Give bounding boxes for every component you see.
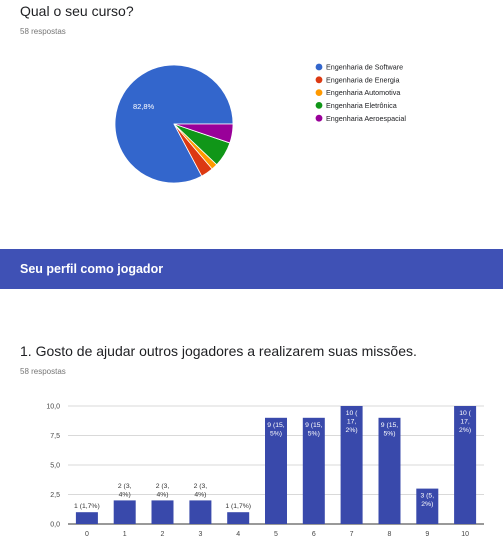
- bar-data-label: 1 (1,7%): [225, 503, 251, 510]
- legend-marker: [315, 89, 323, 96]
- bar-data-label: 4%): [194, 491, 206, 498]
- y-tick-label: 7,5: [50, 433, 60, 440]
- bar-data-label: 2 (3,: [194, 483, 208, 490]
- pie-chart: 82,8% Engenharia de Software Engenharia d…: [114, 63, 406, 184]
- bar: [151, 500, 174, 524]
- response-count: 58 respostas: [20, 367, 66, 376]
- legend-marker: [315, 114, 323, 122]
- response-count: 58 respostas: [20, 27, 66, 36]
- bar-data-label: 5%): [270, 430, 282, 437]
- legend-label: Engenharia de Energia: [326, 75, 400, 84]
- y-tick-label: 0,0: [50, 522, 60, 529]
- bar-data-label: 9 (15,: [305, 422, 322, 429]
- legend-marker: [315, 102, 323, 109]
- bar: [75, 512, 98, 524]
- bar-chart: 1 (1,7%)2 (3,4%)2 (3,4%)2 (3,4%)1 (1,7%)…: [46, 404, 484, 538]
- x-tick-label: 1: [123, 531, 127, 538]
- question-title: Qual o seu curso?: [20, 3, 134, 19]
- y-tick-label: 2,5: [50, 492, 60, 499]
- bar-data-label: 9 (15,: [381, 422, 398, 429]
- bar-data-label: 10 (: [459, 410, 471, 417]
- bar: [113, 500, 136, 524]
- y-tick-label: 5,0: [50, 463, 60, 470]
- question-card-help-players: 1. Gosto de ajudar outros jogadores a re…: [0, 289, 503, 542]
- bar-data-label: 17,: [460, 419, 470, 426]
- x-tick-label: 3: [198, 531, 202, 538]
- bar-data-label: 4%): [156, 491, 168, 498]
- bar-data-label: 2%): [421, 501, 433, 508]
- bar-data-label: 9 (15,: [267, 422, 284, 429]
- bar-data-label: 10 (: [346, 410, 358, 417]
- bar-data-label: 2%): [459, 427, 471, 434]
- pie-data-label: 82,8%: [133, 102, 155, 111]
- y-tick-label: 10,0: [46, 404, 60, 411]
- bar-data-label: 4%): [119, 491, 131, 498]
- x-tick-label: 9: [425, 531, 429, 538]
- legend-label: Engenharia de Software: [326, 63, 403, 72]
- question-title: 1. Gosto de ajudar outros jogadores a re…: [20, 343, 417, 359]
- bar-data-label: 1 (1,7%): [74, 503, 100, 510]
- x-tick-label: 7: [350, 531, 354, 538]
- x-tick-label: 4: [236, 531, 240, 538]
- x-tick-label: 0: [85, 531, 89, 538]
- legend-label: Engenharia Automotiva: [326, 88, 400, 97]
- legend-label: Engenharia Aeroespacial: [326, 114, 406, 123]
- legend-marker: [315, 76, 323, 84]
- bar: [189, 500, 212, 524]
- section-header: Seu perfil como jogador: [0, 249, 503, 289]
- bar: [227, 512, 250, 524]
- legend-marker: [315, 63, 323, 71]
- bar-data-label: 2%): [346, 427, 358, 434]
- bar-data-label: 5%): [308, 430, 320, 437]
- x-tick-label: 10: [461, 531, 469, 538]
- bar-data-label: 2 (3,: [156, 483, 170, 490]
- x-tick-label: 6: [312, 531, 316, 538]
- bar-data-label: 17,: [347, 419, 357, 426]
- bar-data-label: 3 (5,: [420, 493, 434, 500]
- x-tick-label: 8: [388, 531, 392, 538]
- bar-data-label: 2 (3,: [118, 483, 132, 490]
- x-tick-label: 5: [274, 531, 278, 538]
- legend-label: Engenharia Eletrônica: [326, 101, 397, 110]
- bar-data-label: 5%): [383, 430, 395, 437]
- question-card-course: Qual o seu curso? 58 respostas 82,8% Eng…: [0, 0, 503, 249]
- x-tick-label: 2: [161, 531, 165, 538]
- section-title: Seu perfil como jogador: [20, 262, 164, 276]
